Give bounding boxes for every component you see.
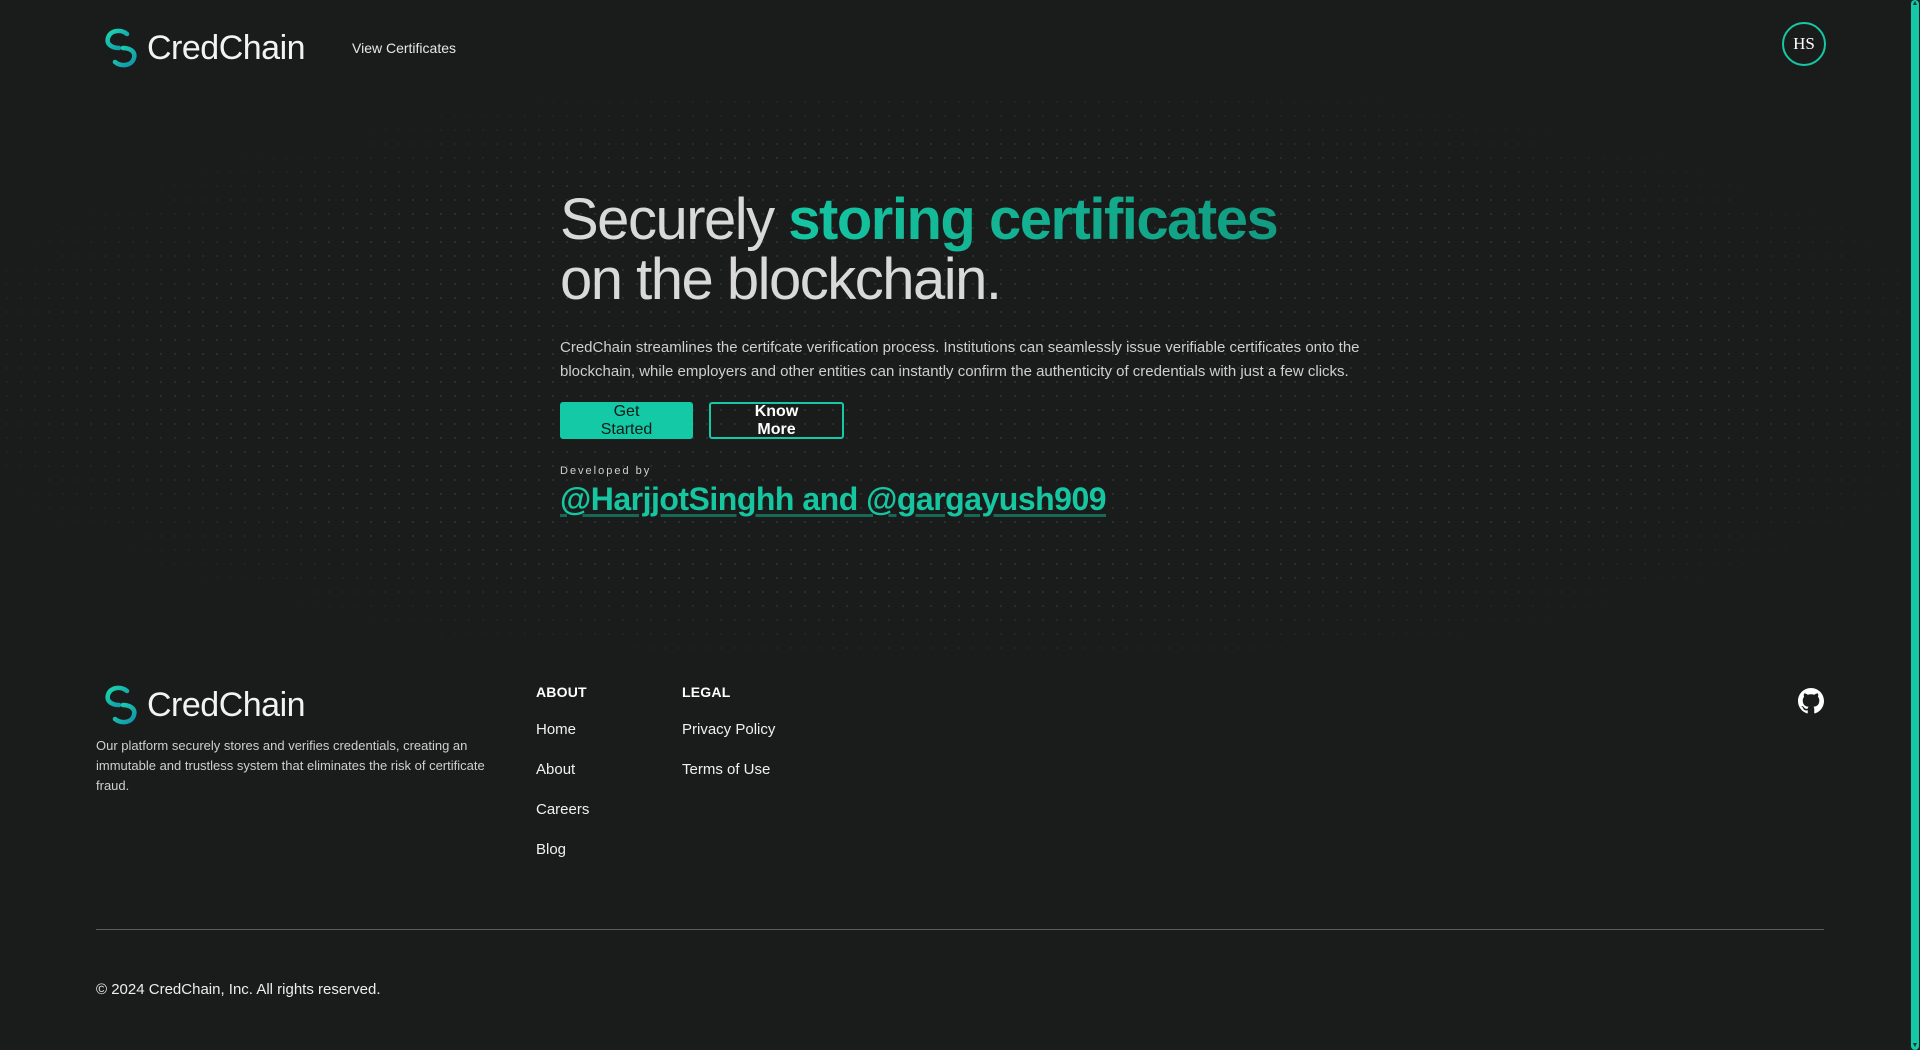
scroll-down-arrow-icon[interactable]: ▼ <box>1911 1042 1919 1050</box>
footer-brand-name: CredChain <box>147 685 306 724</box>
footer-column-title: LEGAL <box>682 684 731 700</box>
copyright-text: © 2024 CredChain, Inc. All rights reserv… <box>96 981 381 998</box>
footer-description: Our platform securely stores and verifie… <box>96 738 485 793</box>
developers-link[interactable]: @HarjjotSinghh and @gargayush909 <box>560 481 1107 518</box>
hero-buttons: Get Started Know More <box>560 402 1360 439</box>
header: CredChain View Certificates HS <box>0 0 1910 95</box>
scrollbar-thumb[interactable] <box>1911 0 1919 1050</box>
chain-logo-icon <box>105 685 137 725</box>
footer-divider <box>96 929 1824 930</box>
nav-link-view-certificates[interactable]: View Certificates <box>352 40 456 56</box>
footer-link-home[interactable]: Home <box>536 720 589 739</box>
know-more-button[interactable]: Know More <box>709 402 844 439</box>
footer-link-about[interactable]: About <box>536 760 589 779</box>
footer-link-careers[interactable]: Careers <box>536 800 589 819</box>
brand-name: CredChain <box>147 28 306 67</box>
page-scrollbar[interactable]: ▲ ▼ <box>1910 0 1920 1050</box>
footer-link-terms-of-use[interactable]: Terms of Use <box>682 760 775 779</box>
chain-logo-icon <box>105 28 137 68</box>
get-started-button[interactable]: Get Started <box>560 402 693 439</box>
hero-title-part2: on the blockchain. <box>560 247 1002 312</box>
hero-title: Securely storing certificates on the blo… <box>560 190 1360 310</box>
page: CredChain View Certificates HS Securely … <box>0 0 1920 1050</box>
github-icon[interactable] <box>1798 688 1824 714</box>
footer-column-about: ABOUT Home About Careers Blog <box>536 684 589 880</box>
header-logo[interactable]: CredChain <box>103 28 306 68</box>
hero-section: Securely storing certificates on the blo… <box>560 190 1360 518</box>
footer-logo[interactable]: CredChain <box>103 685 306 725</box>
footer-link-blog[interactable]: Blog <box>536 840 589 859</box>
scroll-up-arrow-icon[interactable]: ▲ <box>1911 0 1919 8</box>
hero-title-part1: Securely <box>560 187 789 252</box>
user-avatar[interactable]: HS <box>1782 22 1826 66</box>
footer-column-legal: LEGAL Privacy Policy Terms of Use <box>682 684 775 800</box>
developed-by-label: Developed by <box>560 465 652 477</box>
footer-column-title: ABOUT <box>536 684 587 700</box>
hero-description: CredChain streamlines the certifcate ver… <box>560 339 1360 380</box>
footer-link-privacy-policy[interactable]: Privacy Policy <box>682 720 775 739</box>
hero-title-accent: storing certificates <box>788 187 1278 252</box>
